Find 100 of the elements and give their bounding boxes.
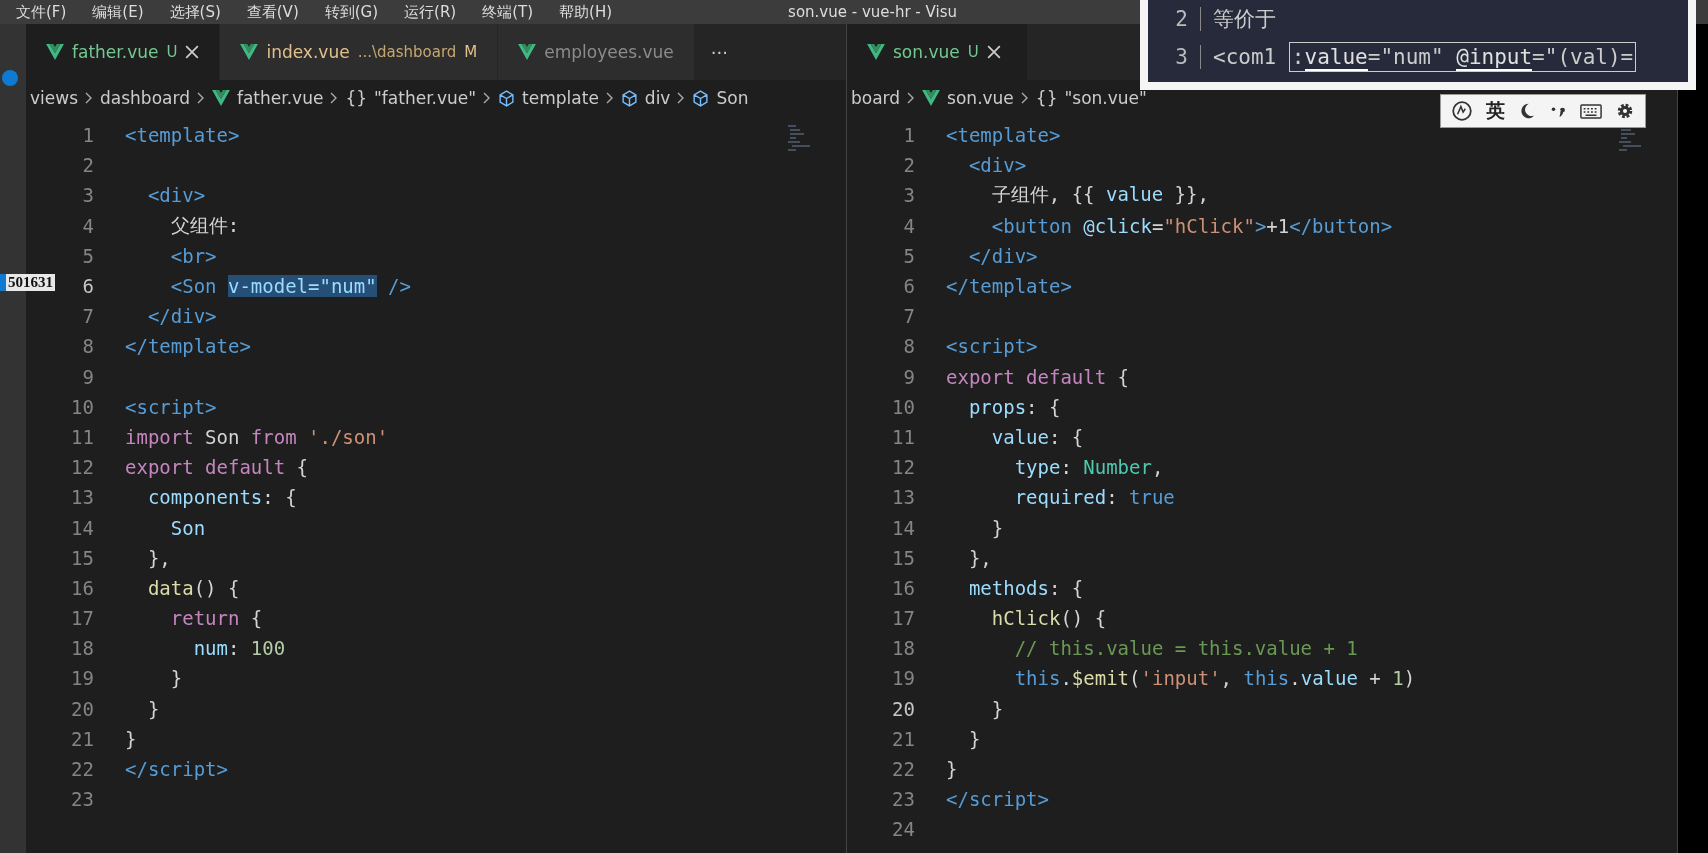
vue-logo-icon [922, 90, 941, 106]
breadcrumb-item[interactable]: div [644, 88, 671, 108]
vue-logo-icon [211, 90, 230, 106]
line-number: 13 [891, 486, 915, 509]
editor-tab[interactable]: father.vue U [26, 24, 221, 80]
menu-item[interactable]: 转到(G) [324, 2, 379, 22]
menu-item[interactable]: 选择(S) [169, 2, 221, 22]
close-icon[interactable] [986, 45, 1001, 59]
menu-item[interactable]: 帮助(H) [559, 2, 613, 22]
editor-tab[interactable]: employees.vue [498, 24, 695, 80]
line-number: 17 [70, 607, 94, 630]
code-line: type: Number, [1013, 456, 1164, 479]
code-line: 等价于 [1213, 6, 1276, 33]
code-line: <com1 :value="num" @input="(val)= [1213, 45, 1637, 69]
line-number: 8 [902, 335, 915, 358]
code-line: } [990, 516, 1004, 539]
code-line: <div> [146, 184, 206, 207]
line-number: 2 [902, 154, 915, 177]
menu-item[interactable]: 编辑(E) [92, 2, 144, 22]
chevron-icon [677, 92, 686, 104]
code-line: </template> [125, 335, 251, 358]
code-line: Son [169, 516, 206, 539]
code-line: </div> [967, 244, 1038, 267]
chevron-icon [605, 92, 614, 104]
code-line: 父组件: [169, 212, 240, 238]
braces-symbol: {} [1035, 88, 1058, 108]
code-line: </script> [125, 758, 228, 781]
line-number: 6 [902, 275, 915, 298]
moon-icon[interactable] [1518, 102, 1536, 120]
breadcrumb-item[interactable]: "father.vue" [374, 88, 477, 108]
code-line: components: { [146, 486, 297, 509]
code-line: import Son from './son' [125, 425, 389, 448]
menu-item[interactable]: 查看(V) [246, 2, 299, 22]
editor-tab[interactable]: son.vue U [847, 24, 1028, 80]
line-number: 20 [70, 697, 94, 720]
vue-logo-icon [240, 44, 259, 60]
code-line: } [125, 727, 137, 750]
settings-icon[interactable] [1615, 101, 1635, 121]
menu-item[interactable]: 终端(T) [482, 2, 534, 22]
code-line: } [146, 697, 160, 720]
window-title: son.vue - vue-hr - Visu [788, 3, 957, 21]
more-actions-button[interactable]: ··· [694, 24, 744, 80]
code-line: <div> [967, 154, 1027, 177]
breadcrumb-item[interactable]: father.vue [236, 88, 324, 108]
line-number: 21 [70, 727, 94, 750]
code-line: hClick() { [990, 607, 1107, 630]
code-line: data() { [146, 576, 240, 599]
line-number: 9 [81, 365, 94, 388]
line-number: 18 [70, 637, 94, 660]
minimap-drawing [788, 124, 812, 154]
editor-tab[interactable]: index.vue ...\dashboard M [220, 24, 499, 80]
line-number: 6 [81, 275, 94, 298]
cube-icon [498, 89, 516, 107]
breadcrumb-item[interactable]: "son.vue" [1064, 88, 1147, 108]
breadcrumb-item[interactable]: views [30, 88, 78, 108]
breadcrumb-item[interactable]: son.vue [947, 88, 1014, 108]
line-number: 19 [70, 667, 94, 690]
code-line: props: { [967, 395, 1061, 418]
code-line: </div> [146, 305, 217, 328]
code-line: <br> [169, 244, 217, 267]
line-number: 10 [891, 395, 915, 418]
language-toggle[interactable]: 英 [1486, 98, 1505, 124]
keyboard-icon[interactable] [1580, 102, 1602, 120]
line-number: 4 [902, 214, 915, 237]
code-line: // this.value = this.value + 1 [1013, 637, 1358, 660]
braces-symbol: {} [345, 88, 368, 108]
chevron-icon [196, 92, 205, 104]
breadcrumb-item[interactable]: Son [716, 88, 749, 108]
line-number: 14 [70, 516, 94, 539]
breadcrumb-item[interactable]: dashboard [100, 88, 190, 108]
chevron-icon [330, 92, 339, 104]
line-number: 5 [81, 244, 94, 267]
line-number: 11 [70, 425, 94, 448]
code-line: export default { [125, 456, 309, 479]
line-number: 16 [891, 576, 915, 599]
line-number: 1 [81, 124, 94, 147]
line-number: 23 [891, 788, 915, 811]
code-line: 子组件, {{ value }}, [990, 182, 1209, 208]
line-number: 3 [81, 184, 94, 207]
code-line: <button @click="hClick">+1</button> [990, 214, 1393, 237]
line-number: 17 [891, 607, 915, 630]
menu-item[interactable]: 文件(F) [16, 2, 67, 22]
ime-logo-icon[interactable] [1451, 100, 1473, 122]
chevron-icon [483, 92, 492, 104]
code-line: </template> [946, 275, 1072, 298]
code-line: this.$emit('input', this.value + 1) [1013, 667, 1416, 690]
line-number: 2 [81, 154, 94, 177]
breadcrumb-item[interactable]: board [851, 88, 901, 108]
line-number: 12 [70, 456, 94, 479]
breadcrumb-item[interactable]: template [522, 88, 599, 108]
vue-logo-icon [867, 44, 885, 60]
code-line: methods: { [967, 576, 1084, 599]
line-number: 8 [81, 335, 94, 358]
code-line: } [990, 697, 1004, 720]
code-line: num: 100 [192, 637, 286, 660]
chevron-icon [1020, 92, 1029, 104]
code-line: }, [146, 546, 171, 569]
code-line: export default { [946, 365, 1130, 388]
menu-item[interactable]: 运行(R) [404, 2, 457, 22]
close-icon[interactable] [185, 45, 200, 59]
